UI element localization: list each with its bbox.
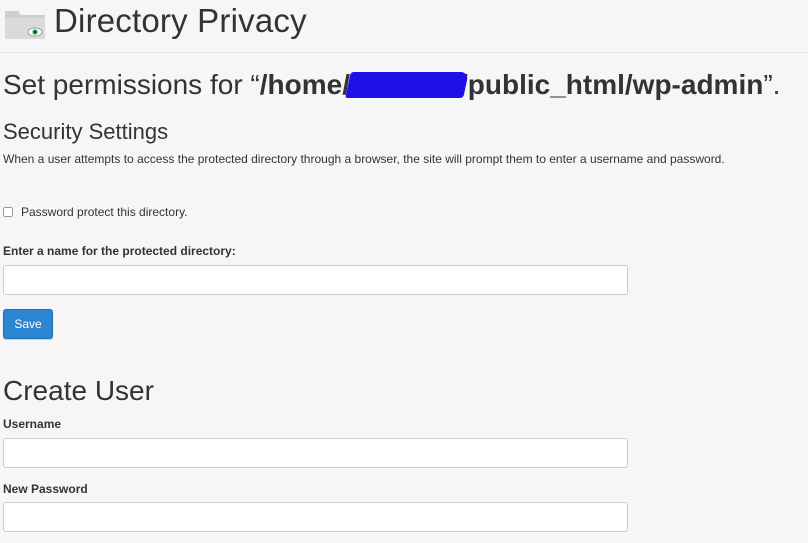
security-description: When a user attempts to access the prote… [3,152,725,166]
redaction-mark [345,72,469,98]
page-title: Directory Privacy [54,2,307,39]
page-header: Directory Privacy [0,0,808,53]
path-start: /home/ [259,69,350,100]
password-protect-label: Password protect this directory. [21,205,188,219]
username-input[interactable] [3,438,628,468]
password-protect-checkbox[interactable] [3,207,13,217]
permissions-heading: Set permissions for “/home/ /public_html/… [3,69,780,101]
folder-eye-icon [5,11,45,39]
security-settings-heading: Security Settings [3,119,169,144]
username-label: Username [3,417,62,431]
permissions-prefix: Set permissions for “ [3,69,260,100]
directory-name-input[interactable] [3,265,628,295]
create-user-heading: Create User [3,375,154,406]
password-protect-row[interactable]: Password protect this directory. [3,204,188,220]
new-password-label: New Password [3,482,88,496]
new-password-input[interactable] [3,502,628,532]
save-button[interactable]: Save [3,309,53,339]
page: Directory Privacy Set permissions for “/… [0,0,808,543]
permissions-suffix: ”. [763,69,781,100]
directory-name-label: Enter a name for the protected directory… [3,244,236,258]
path-end: /public_html/wp-admin [459,69,764,100]
